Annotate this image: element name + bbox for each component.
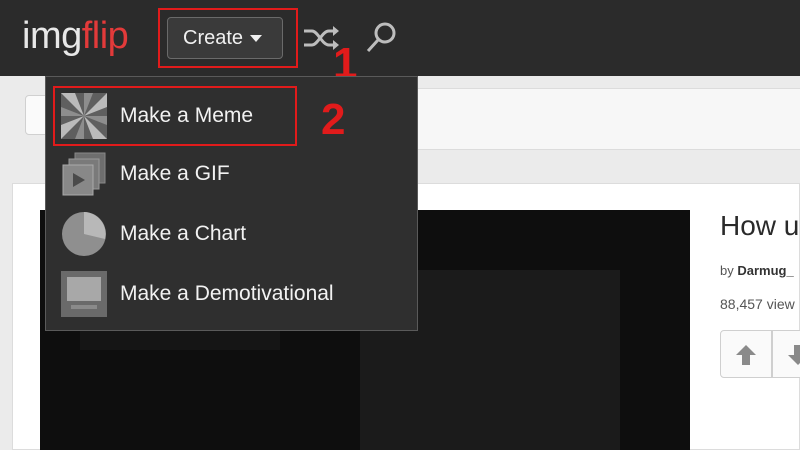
byline-prefix: by [720,263,734,278]
top-navbar: imgflip Create 1 [0,0,800,88]
logo-text-flip: flip [81,15,129,57]
upvote-button[interactable] [720,330,772,378]
sub-toolbar [415,88,800,150]
annotation-highlight-create [158,8,298,68]
menu-item-label: Make a GIF [120,162,230,185]
downvote-button[interactable] [772,330,800,378]
menu-item-label: Make a Chart [120,222,247,245]
logo-text-img: img [22,15,82,57]
menu-item-make-gif[interactable]: Make a GIF [46,145,417,203]
arrow-up-icon [736,345,756,365]
search-icon[interactable] [365,20,399,54]
view-count: 88,457 view [720,296,795,312]
menu-item-label: Make a Demotivational [120,282,334,305]
imgflip-logo[interactable]: imgflip [22,14,129,58]
annotation-highlight-make-meme [53,86,297,146]
menu-item-make-chart[interactable]: Make a Chart [46,205,417,263]
byline: by Darmug_ [720,263,794,278]
content-title[interactable]: How u [720,210,799,242]
demotivational-icon [61,271,107,317]
chart-icon [62,212,106,256]
gif-icon [62,152,106,196]
annotation-step-2: 2 [321,95,346,144]
author-link[interactable]: Darmug_ [737,263,793,278]
menu-item-make-demotivational[interactable]: Make a Demotivational [46,265,417,323]
arrow-down-icon [788,345,800,365]
